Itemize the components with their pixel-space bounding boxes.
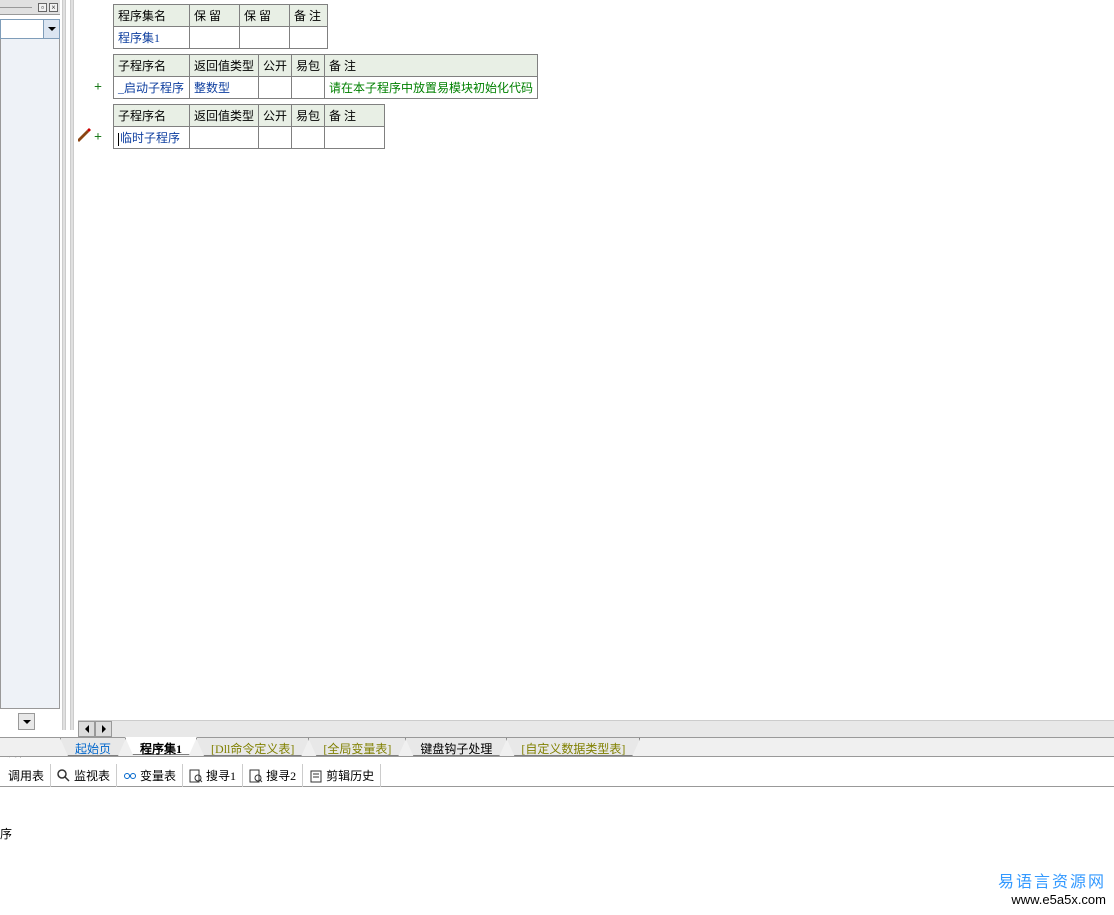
cell-empty[interactable]: [190, 127, 259, 149]
dropdown-arrow-icon[interactable]: [43, 20, 59, 38]
glasses-icon: [123, 769, 137, 783]
tab-dll-commands[interactable]: [Dll命令定义表]: [196, 738, 309, 756]
tool-call-label: 调用表: [8, 767, 44, 784]
cell-sub-name-editing[interactable]: 临时子程序: [114, 127, 190, 149]
cell-empty[interactable]: [259, 127, 292, 149]
tab-global-vars[interactable]: [全局变量表]: [308, 738, 406, 756]
tool-watch-label: 监视表: [74, 767, 110, 784]
tool-search-2[interactable]: 搜寻2: [243, 764, 303, 787]
tab-start-page[interactable]: 起始页: [60, 738, 126, 756]
cell-empty[interactable]: [292, 127, 325, 149]
cell-empty[interactable]: [292, 77, 325, 99]
scroll-left-button[interactable]: [78, 721, 95, 737]
watermark-url: www.e5a5x.com: [998, 892, 1106, 907]
scroll-right-button[interactable]: [95, 721, 112, 737]
edit-marker-icon: [78, 126, 93, 144]
tool-search-1[interactable]: 搜寻1: [183, 764, 243, 787]
file-tab-bar: 起始页 程序集1 [Dll命令定义表] [全局变量表] 键盘钩子处理 [自定义数…: [0, 737, 1114, 757]
table-row[interactable]: 临时子程序: [114, 127, 385, 149]
table-header-row: 子程序名 返回值类型 公开 易包 备 注: [114, 105, 385, 127]
table-header-row: 子程序名 返回值类型 公开 易包 备 注: [114, 55, 538, 77]
tool-tab-bar: 调用表 监视表 变量表 搜寻1 搜寻2 剪辑历史: [0, 765, 1114, 787]
col-return-type: 返回值类型: [190, 105, 259, 127]
status-text: 序: [0, 825, 12, 842]
col-assembly-name: 程序集名: [114, 5, 190, 27]
vertical-divider-2[interactable]: [70, 0, 74, 730]
tool-call-table[interactable]: 调用表: [2, 764, 51, 787]
col-public: 公开: [259, 105, 292, 127]
col-sub-name: 子程序名: [114, 55, 190, 77]
magnifier-icon: [57, 769, 71, 783]
col-public: 公开: [259, 55, 292, 77]
cell-empty[interactable]: [290, 27, 328, 49]
tool-var-label: 变量表: [140, 767, 176, 784]
tool-clip-history[interactable]: 剪辑历史: [303, 764, 381, 787]
tool-watch-table[interactable]: 监视表: [51, 764, 117, 787]
panel-titlebar: ▫ ×: [0, 0, 60, 15]
cell-empty[interactable]: [325, 127, 385, 149]
clipboard-icon: [309, 769, 323, 783]
cell-note[interactable]: 请在本子程序中放置易模块初始化代码: [325, 77, 538, 99]
col-package: 易包: [292, 105, 325, 127]
code-editor-area: 程序集名 保 留 保 留 备 注 程序集1 + 子程序名 返回值类型 公开 易包…: [78, 0, 1114, 720]
col-retain-2: 保 留: [240, 5, 290, 27]
cell-empty[interactable]: [190, 27, 240, 49]
cell-sub-name[interactable]: _启动子程序: [114, 77, 190, 99]
search-page-icon: [189, 769, 203, 783]
horizontal-scrollbar[interactable]: [78, 720, 1114, 737]
left-panel: ▫ ×: [0, 0, 60, 730]
cell-assembly-name[interactable]: 程序集1: [114, 27, 190, 49]
col-package: 易包: [292, 55, 325, 77]
tool-search2-label: 搜寻2: [266, 767, 296, 784]
text-cursor: [118, 133, 119, 146]
panel-dock-button[interactable]: ▫: [38, 3, 47, 12]
subroutine-table-1: 子程序名 返回值类型 公开 易包 备 注 _启动子程序 整数型 请在本子程序中放…: [113, 54, 538, 99]
col-note: 备 注: [325, 55, 538, 77]
col-note: 备 注: [325, 105, 385, 127]
col-sub-name: 子程序名: [114, 105, 190, 127]
tool-var-table[interactable]: 变量表: [117, 764, 183, 787]
panel-body: [0, 39, 60, 709]
cell-empty[interactable]: [259, 77, 292, 99]
vertical-divider[interactable]: [62, 0, 66, 730]
assembly-table: 程序集名 保 留 保 留 备 注 程序集1: [113, 4, 328, 49]
watermark: 易语言资源网 www.e5a5x.com: [998, 868, 1106, 907]
expand-icon[interactable]: +: [94, 130, 102, 146]
subroutine-table-2: 子程序名 返回值类型 公开 易包 备 注 临时子程序: [113, 104, 385, 149]
panel-combo-button[interactable]: [18, 713, 35, 730]
table-row[interactable]: 程序集1: [114, 27, 328, 49]
search-page-icon: [249, 769, 263, 783]
tab-keyboard-hook[interactable]: 键盘钩子处理: [405, 738, 507, 756]
cell-empty[interactable]: [240, 27, 290, 49]
panel-dropdown[interactable]: [0, 19, 60, 39]
tab-assembly-1[interactable]: 程序集1: [125, 737, 197, 755]
cell-return-type[interactable]: 整数型: [190, 77, 259, 99]
tab-custom-types[interactable]: [自定义数据类型表]: [506, 738, 640, 756]
watermark-title: 易语言资源网: [998, 868, 1106, 892]
expand-icon[interactable]: +: [94, 80, 102, 96]
titlebar-line: [0, 7, 32, 8]
table-row[interactable]: _启动子程序 整数型 请在本子程序中放置易模块初始化代码: [114, 77, 538, 99]
table-header-row: 程序集名 保 留 保 留 备 注: [114, 5, 328, 27]
col-note: 备 注: [290, 5, 328, 27]
panel-close-button[interactable]: ×: [49, 3, 58, 12]
col-return-type: 返回值类型: [190, 55, 259, 77]
col-retain-1: 保 留: [190, 5, 240, 27]
tool-search1-label: 搜寻1: [206, 767, 236, 784]
tool-clip-label: 剪辑历史: [326, 767, 374, 784]
